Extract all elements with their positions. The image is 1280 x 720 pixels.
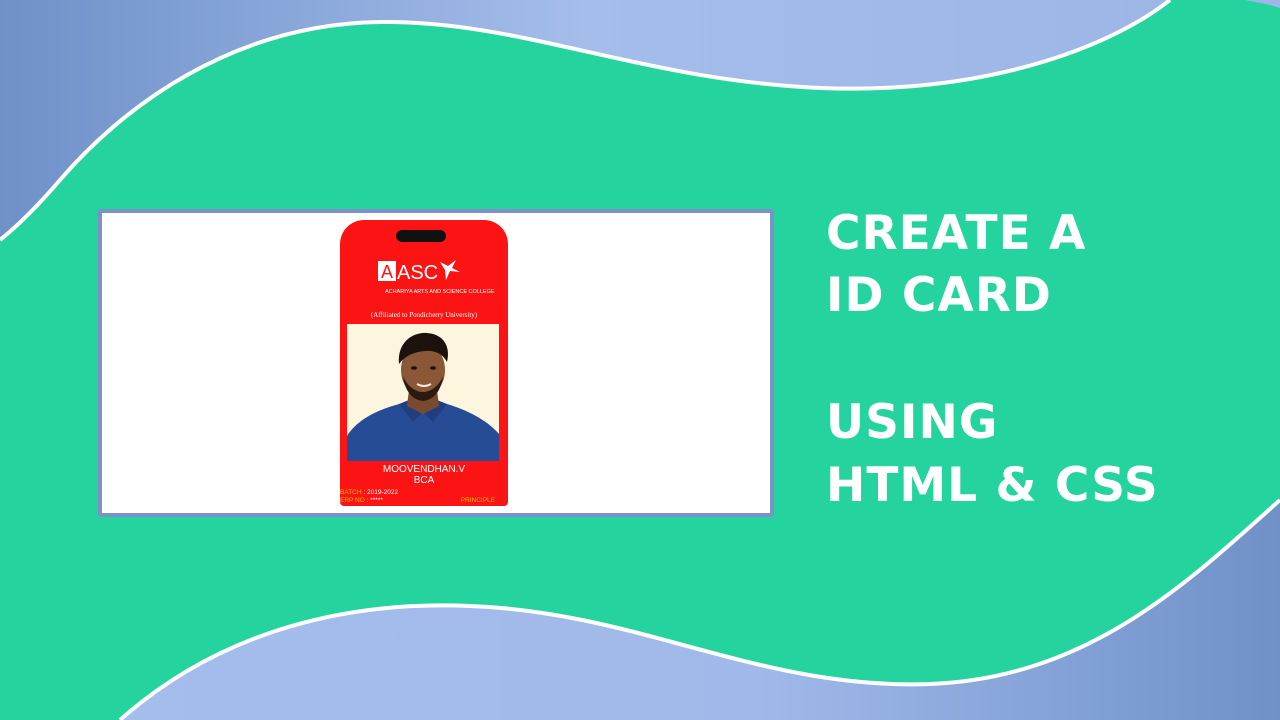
lanyard-slot [396,230,446,242]
headline-line-3: USING [826,395,999,450]
svg-text:ASC: ASC [397,262,438,284]
batch-value: : 2019-2022 [361,489,399,496]
headline-line-4: HTML & CSS [826,458,1159,513]
student-course: BCA [413,475,435,486]
svg-text:A: A [381,262,393,282]
college-logo-icon: A ASC [378,260,460,284]
erp-row: ERP NO : ***** [340,497,383,505]
id-card-preview-frame: A ASC ACHARIYA ARTS AND SCIENCE COLLEGE … [98,209,774,517]
affiliation-text: (Affiliated to Pondicherry University) [370,311,478,319]
batch-label: BATCH [340,489,362,496]
headline-line-1: CREATE A [826,206,1087,261]
erp-label: ERP NO [340,497,365,504]
student-photo [347,324,499,461]
erp-value: : ***** [364,497,383,504]
principal-label: PRINCIPLE [460,497,495,504]
student-name: MOOVENDHAN.V [382,464,466,475]
id-card: A ASC ACHARIYA ARTS AND SCIENCE COLLEGE … [340,220,508,506]
batch-row: BATCH : 2019-2022 [340,489,398,497]
college-name: ACHARIYA ARTS AND SCIENCE COLLEGE [385,289,495,295]
headline-line-2: ID CARD [826,268,1052,323]
